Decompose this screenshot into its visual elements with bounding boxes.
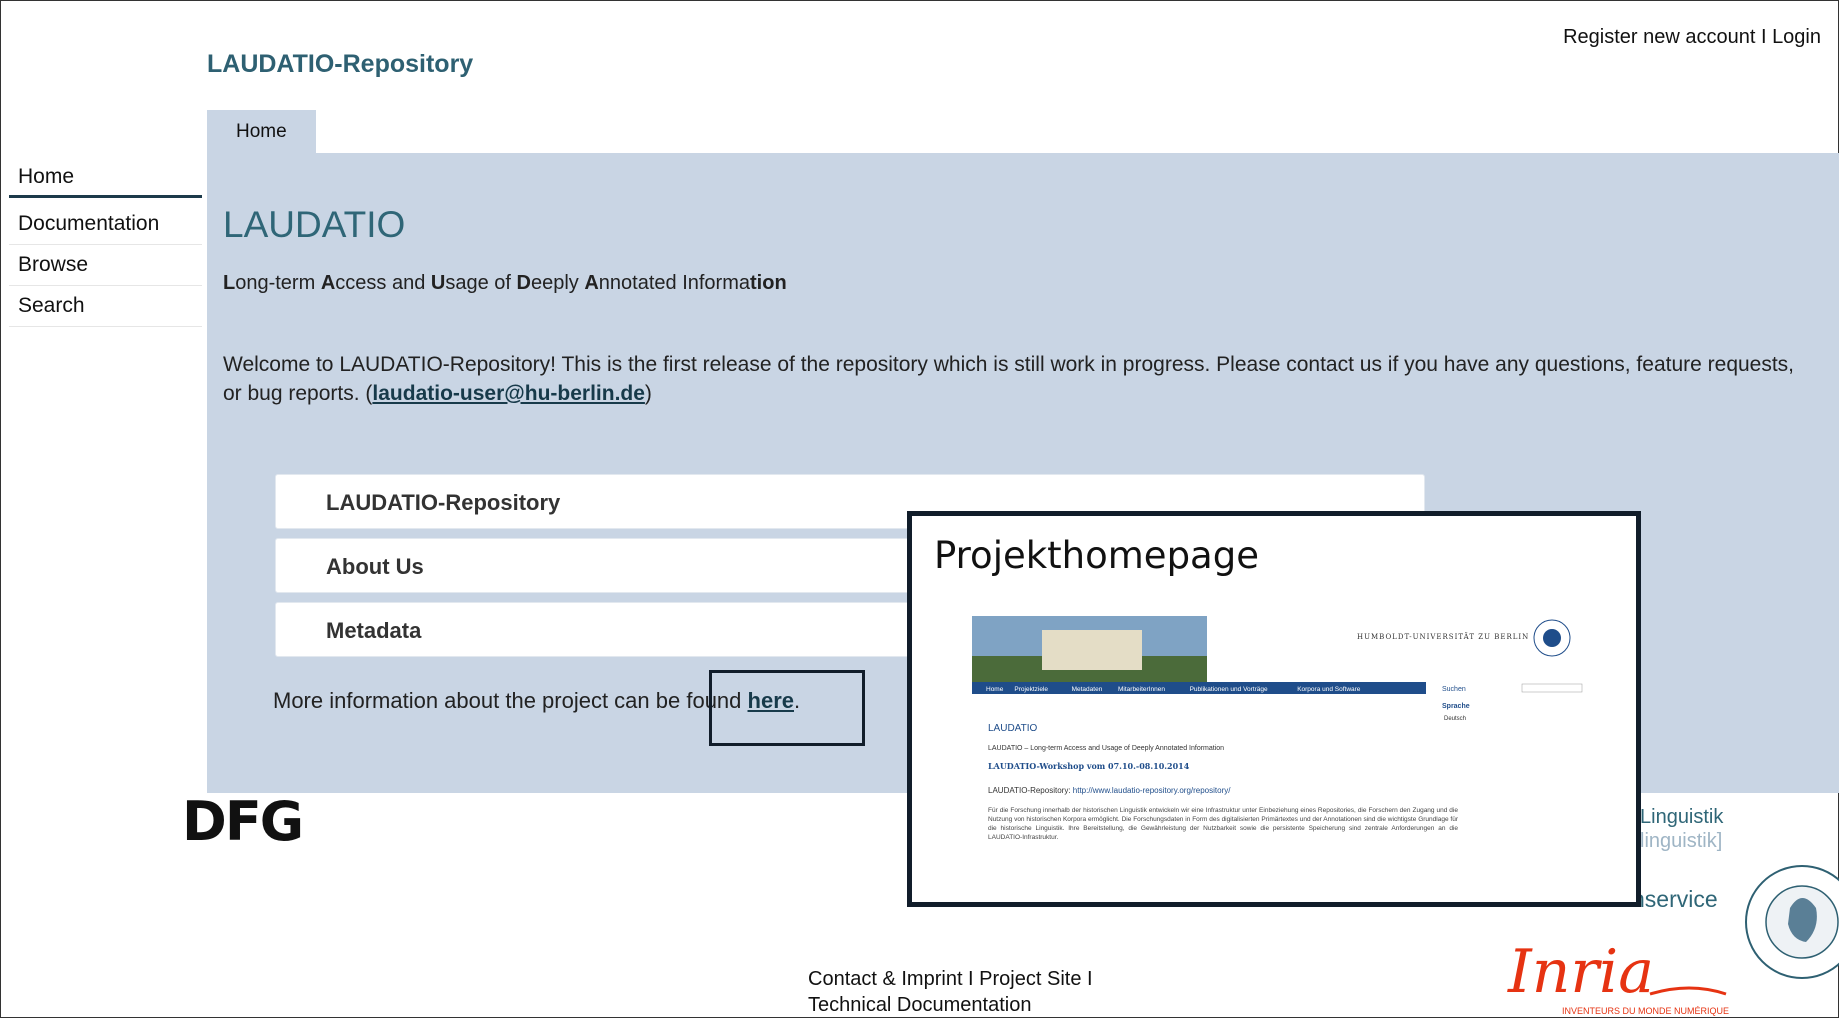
sidebar-item-browse[interactable]: Browse [9, 245, 202, 286]
tab-home[interactable]: Home [207, 110, 316, 153]
account-links: Register new account I Login [1563, 26, 1821, 49]
acronym-letter: A [320, 272, 336, 294]
thumb-nav-item: Korpora und Software [1297, 686, 1361, 693]
site-title[interactable]: LAUDATIO-Repository [207, 50, 473, 79]
project-homepage-popup: Projekthomepage HUMBOLDT-UNIVERSITÄT ZU … [907, 511, 1641, 907]
register-link[interactable]: Register new account [1563, 26, 1755, 48]
thumb-heading: LAUDATIO [988, 723, 1037, 734]
footer-line-1[interactable]: Contact & Imprint I Project Site I [808, 966, 1093, 992]
acronym-letter: A [584, 272, 599, 294]
thumb-repo: LAUDATIO-Repository: http://www.laudatio… [988, 786, 1231, 795]
thumb-body: Für die Forschung innerhalb der historis… [988, 807, 1458, 841]
sidebar: Home Documentation Browse Search [9, 157, 202, 327]
homepage-screenshot: HUMBOLDT-UNIVERSITÄT ZU BERLIN Home Proje… [972, 616, 1583, 841]
highlight-box [709, 670, 865, 746]
acronym-letter: U [430, 272, 446, 294]
service-logo-text: nservice [1632, 886, 1718, 912]
acronym-letter: tio [750, 272, 775, 294]
footer-links: Contact & Imprint I Project Site I Techn… [808, 966, 1093, 1018]
welcome-text: Welcome to LAUDATIO-Repository! This is … [223, 350, 1813, 408]
building-icon [1042, 630, 1142, 670]
inria-tagline: INVENTEURS DU MONDE NUMÉRIQUE [1562, 1006, 1729, 1016]
inria-swoosh [1649, 986, 1727, 996]
welcome-close: ) [644, 382, 652, 405]
page-title: LAUDATIO [223, 204, 406, 245]
sidebar-item-home[interactable]: Home [9, 157, 202, 198]
thumb-workshop: LAUDATIO-Workshop vom 07.10.-08.10.2014 [988, 761, 1190, 771]
accordion-label: LAUDATIO-Repository [326, 490, 561, 515]
acronym-letter: n [774, 272, 787, 294]
university-name: HUMBOLDT-UNIVERSITÄT ZU BERLIN [1357, 632, 1529, 641]
thumb-search-label: Suchen [1442, 686, 1466, 693]
accordion-label: Metadata [326, 618, 422, 643]
linguistik-logo-subtext: linguistik] [1640, 830, 1723, 852]
sidebar-item-documentation[interactable]: Documentation [9, 204, 202, 245]
acronym-word: ccess and [335, 272, 431, 294]
hu-seal-small-inner [1543, 629, 1561, 647]
acronym-word: eeply [530, 272, 585, 294]
acronym-letter: D [516, 272, 531, 294]
login-link[interactable]: Login [1772, 26, 1821, 48]
dfg-logo: DFG [182, 790, 304, 853]
thumb-repo-link: http://www.laudatio-repository.org/repos… [1073, 786, 1231, 795]
acronym-letter: L [223, 272, 236, 294]
thumb-repo-label: LAUDATIO-Repository: [988, 786, 1073, 795]
accordion-label: About Us [326, 554, 424, 579]
acronym-expansion: Long-term Access and Usage of Deeply Ann… [223, 272, 787, 295]
more-info-body: More information about the project can b… [273, 688, 748, 713]
sidebar-item-search[interactable]: Search [9, 286, 202, 327]
inria-logo: Inria INVENTEURS DU MONDE NUMÉRIQUE [1507, 937, 1729, 1016]
footer-line-2[interactable]: Technical Documentation [808, 992, 1093, 1018]
linguistik-logo-text: Linguistik [1640, 806, 1724, 828]
popup-title: Projekthomepage [934, 534, 1259, 577]
thumb-nav-item: Home [986, 686, 1004, 693]
thumb-lang-value: Deutsch [1444, 716, 1466, 722]
link-separator: I [1755, 26, 1773, 48]
thumb-subtitle: LAUDATIO – Long-term Access and Usage of… [988, 745, 1224, 752]
thumb-nav-item: Projektziele [1014, 686, 1048, 693]
acronym-word: ong-term [235, 272, 321, 294]
tab-bar: Home [207, 110, 316, 153]
contact-email-link[interactable]: laudatio-user@hu-berlin.de [372, 382, 645, 405]
thumb-nav-item: Metadaten [1072, 686, 1103, 693]
thumb-body-wrap: Für die Forschung innerhalb der historis… [988, 807, 1458, 841]
acronym-word: nnotated Informa [598, 272, 750, 294]
inria-wordmark: Inria [1507, 937, 1654, 1007]
thumb-nav-item: MitarbeiterInnen [1118, 686, 1165, 693]
hu-seal-logo [1745, 865, 1839, 979]
thumb-nav-item: Publikationen und Vorträge [1190, 686, 1268, 693]
thumb-lang-label: Sprache [1442, 703, 1470, 710]
acronym-word: sage of [445, 272, 517, 294]
thumb-search-input [1521, 683, 1583, 693]
